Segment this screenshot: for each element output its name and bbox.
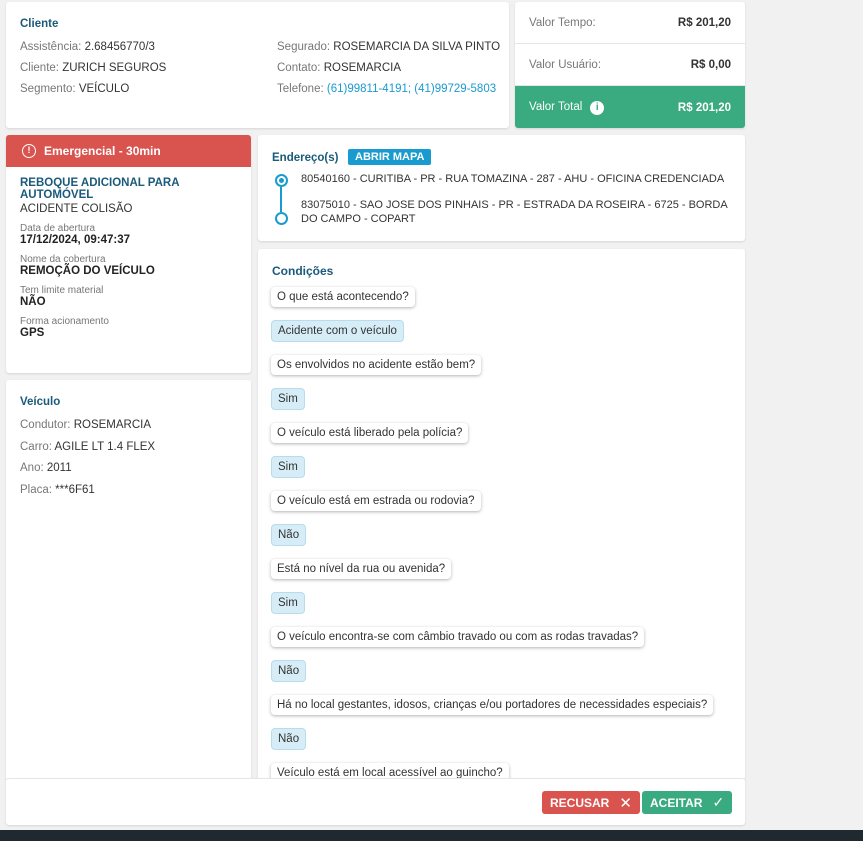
address-card: Endereço(s) ABRIR MAPA 80540160 - CURITI… [258, 135, 745, 241]
assistencia: Assistência: 2.68456770/3 [20, 41, 155, 53]
condition-question: O veículo encontra-se com câmbio travado… [271, 627, 645, 647]
vehicle-card: Veículo Condutor: ROSEMARCIA Carro: AGIL… [6, 380, 251, 780]
condition-question: Há no local gestantes, idosos, crianças … [271, 695, 714, 715]
address-title: Endereço(s) [272, 152, 339, 164]
condition-question: O que está acontecendo? [271, 287, 415, 307]
condition-answer: Não [271, 660, 307, 682]
client-card: Cliente Assistência: 2.68456770/3 Client… [6, 2, 509, 128]
valor-usuario: Valor Usuário: R$ 0,00 [515, 44, 745, 86]
taskbar [0, 830, 863, 841]
telefone-link[interactable]: (61)99811-4191; (41)99729-5803 [327, 83, 496, 95]
recusar-button[interactable]: RECUSAR ✕ [542, 791, 640, 814]
condition-answer: Não [271, 524, 307, 546]
condition-answer: Sim [271, 388, 305, 410]
field-value: 17/12/2024, 09:47:37 [20, 234, 130, 246]
condition-answer: Sim [271, 456, 305, 478]
service-field: Forma acionamento GPS [20, 316, 237, 339]
field-label: Data de abertura [20, 223, 96, 234]
emergency-badge: ! Emergencial - 30min [6, 135, 251, 167]
footer-bar: RECUSAR ✕ ACEITAR ✓ [6, 778, 745, 825]
condition-question: O veículo está liberado pela polícia? [271, 423, 469, 443]
vehicle-title: Veículo [20, 396, 61, 408]
cliente: Cliente: ZURICH SEGUROS [20, 62, 167, 74]
segmento: Segmento: VEÍCULO [20, 83, 130, 95]
field-label: Forma acionamento [20, 316, 109, 327]
condition-question: O veículo está em estrada ou rodovia? [271, 491, 481, 511]
info-icon[interactable]: i [590, 101, 605, 115]
alert-icon: ! [22, 144, 36, 158]
service-field: Nome da cobertura REMOÇÃO DO VEÍCULO [20, 254, 237, 277]
condition-question: Os envolvidos no acidente estão bem? [271, 355, 482, 375]
conditions-card: Condições O que está acontecendo? Acident… [258, 249, 745, 780]
field-value: NÃO [20, 296, 46, 308]
carro: Carro: AGILE LT 1.4 FLEX [20, 441, 156, 453]
aceitar-button[interactable]: ACEITAR ✓ [642, 791, 733, 814]
condition-question: Está no nível da rua ou avenida? [271, 559, 452, 579]
service-field: Data de abertura 17/12/2024, 09:47:37 [20, 223, 237, 246]
field-label: Nome da cobertura [20, 254, 106, 265]
field-label: Tem limite material [20, 285, 104, 296]
segurado: Segurado: ROSEMARCIA DA SILVA PINTO [277, 41, 501, 53]
service-field: Tem limite material NÃO [20, 285, 237, 308]
client-title: Cliente [20, 18, 59, 30]
field-value: GPS [20, 327, 45, 339]
route-line [280, 187, 282, 212]
close-icon: ✕ [619, 794, 632, 812]
condutor: Condutor: ROSEMARCIA [20, 419, 152, 431]
field-value: REMOÇÃO DO VEÍCULO [20, 265, 155, 277]
condition-answer: Não [271, 728, 307, 750]
service-name: REBOQUE ADICIONAL PARA AUTOMÓVEL [20, 177, 180, 201]
contato: Contato: ROSEMARCIA [277, 62, 402, 74]
condition-answer: Sim [271, 592, 305, 614]
service-card: ! Emergencial - 30min REBOQUE ADICIONAL P… [6, 135, 251, 373]
destination-address: 83075010 - SAO JOSE DOS PINHAIS - PR - E… [301, 199, 728, 225]
conditions-title: Condições [272, 264, 334, 278]
destination-marker-icon [275, 212, 288, 225]
check-icon: ✓ [712, 794, 725, 810]
values-card: Valor Tempo: R$ 201,20 Valor Usuário: R$ 0… [515, 2, 745, 128]
origin-marker-icon [275, 174, 288, 187]
telefone: Telefone: (61)99811-4191; (41)99729-5803 [277, 83, 497, 95]
placa: Placa: ***6F61 [20, 484, 95, 496]
service-type: ACIDENTE COLISÃO [20, 203, 133, 215]
valor-total: Valor Total i R$ 201,20 [515, 86, 745, 128]
ano: Ano: 2011 [20, 462, 72, 474]
open-map-button[interactable]: ABRIR MAPA [348, 149, 432, 165]
valor-tempo: Valor Tempo: R$ 201,20 [515, 2, 745, 44]
condition-answer: Acidente com o veículo [271, 320, 404, 342]
origin-address: 80540160 - CURITIBA - PR - RUA TOMAZINA … [301, 173, 725, 185]
